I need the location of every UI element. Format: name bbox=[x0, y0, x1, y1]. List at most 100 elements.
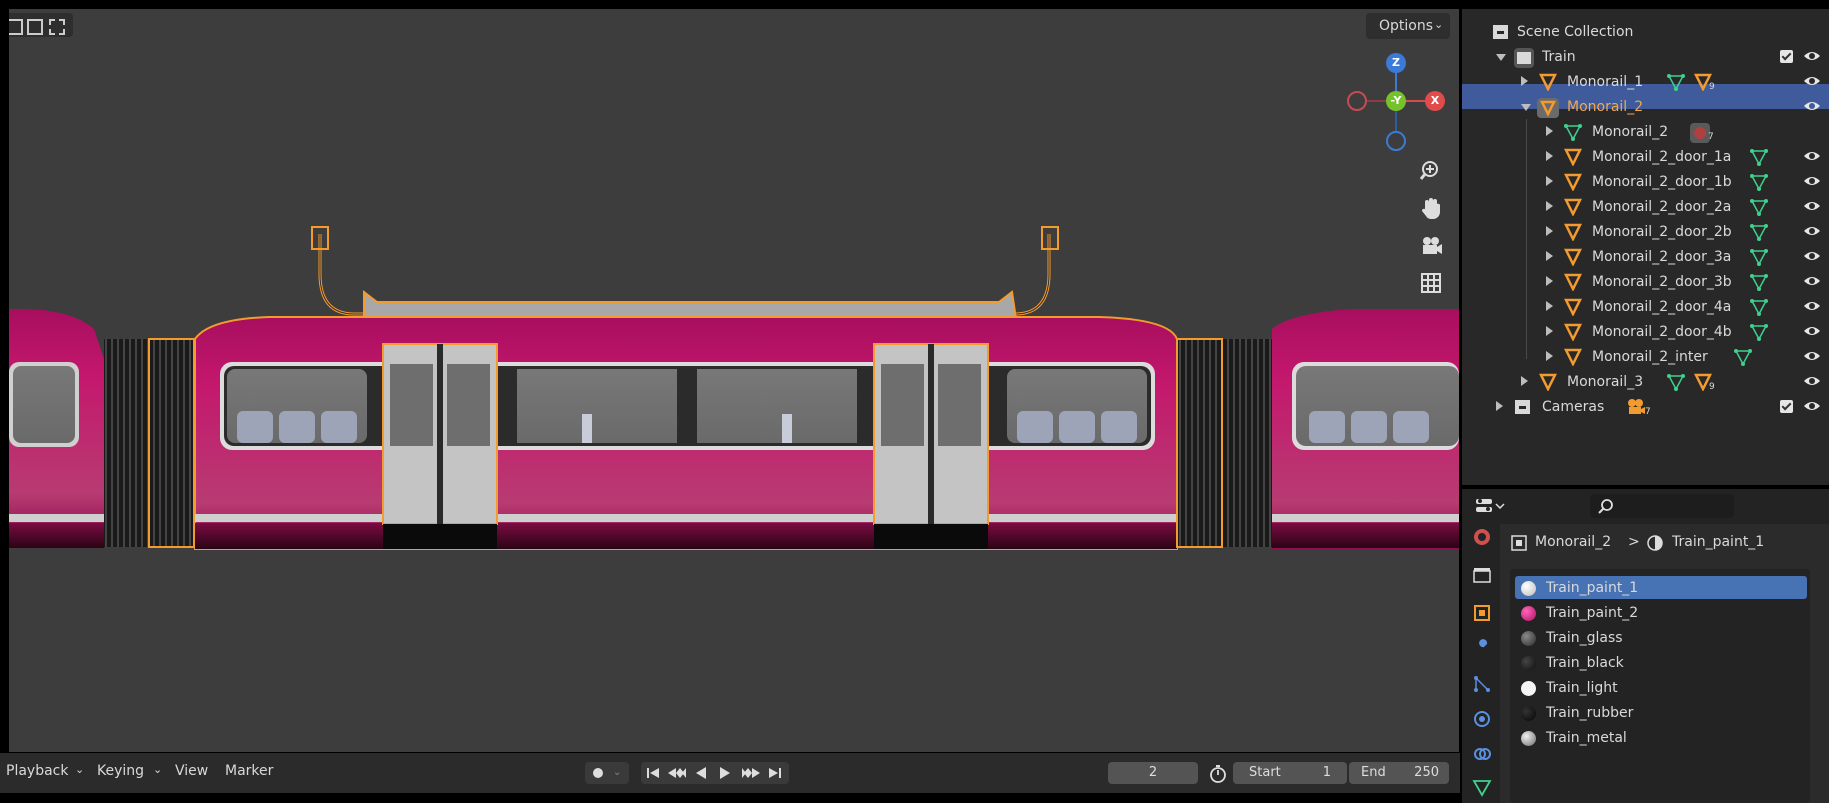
3d-viewport[interactable]: Options ⌄ Z X -Y bbox=[9, 9, 1459, 752]
camera-object-icon bbox=[1628, 399, 1645, 414]
outliner-row-monorail-1[interactable]: Monorail_1 9 bbox=[1462, 70, 1829, 95]
child-count-badge: 9 bbox=[1709, 82, 1715, 92]
expand-toggle-icon[interactable] bbox=[1496, 54, 1506, 61]
material-slot[interactable]: Train_paint_2 bbox=[1510, 601, 1800, 625]
eye-icon[interactable] bbox=[1803, 374, 1821, 388]
jump-start-icon[interactable] bbox=[645, 766, 661, 780]
outliner-label: Monorail_2_inter bbox=[1592, 349, 1708, 365]
eye-icon[interactable] bbox=[1803, 149, 1821, 163]
outliner-row-door-2a[interactable]: Monorail_2_door_2a bbox=[1462, 195, 1829, 220]
chevron-down-icon: ⌄ bbox=[613, 767, 622, 778]
material-preview-icon bbox=[1521, 731, 1536, 746]
expand-toggle-icon[interactable] bbox=[1546, 176, 1553, 186]
playback-menu[interactable]: Playback bbox=[6, 763, 68, 779]
mesh-object-icon bbox=[1564, 348, 1582, 366]
data-tab-icon[interactable] bbox=[1472, 777, 1492, 797]
expand-toggle-icon[interactable] bbox=[1546, 151, 1553, 161]
expand-toggle-icon[interactable] bbox=[1546, 351, 1553, 361]
eye-icon[interactable] bbox=[1803, 299, 1821, 313]
play-icon[interactable] bbox=[717, 766, 733, 780]
collection-icon bbox=[1515, 400, 1530, 414]
record-button[interactable]: ⌄ bbox=[585, 762, 629, 784]
eye-icon[interactable] bbox=[1803, 349, 1821, 363]
keying-menu[interactable]: Keying bbox=[97, 763, 144, 779]
prev-keyframe-icon[interactable] bbox=[666, 766, 688, 780]
properties-editor[interactable]: Monorail_2 > Train_paint_1 Train_paint_1… bbox=[1462, 489, 1829, 803]
eye-icon[interactable] bbox=[1803, 224, 1821, 238]
material-slot-label: Train_paint_1 bbox=[1546, 580, 1639, 596]
jump-end-icon[interactable] bbox=[767, 766, 783, 780]
properties-editor-icon bbox=[1476, 499, 1505, 512]
expand-toggle-icon[interactable] bbox=[1546, 201, 1553, 211]
properties-search-input[interactable] bbox=[1590, 494, 1734, 518]
stopwatch-icon[interactable] bbox=[1208, 764, 1228, 784]
eye-icon[interactable] bbox=[1803, 199, 1821, 213]
outliner-row-door-4b[interactable]: Monorail_2_door_4b bbox=[1462, 320, 1829, 345]
outliner-row-door-2b[interactable]: Monorail_2_door_2b bbox=[1462, 220, 1829, 245]
expand-toggle-icon[interactable] bbox=[1546, 326, 1553, 336]
current-frame-field[interactable]: 2 bbox=[1108, 762, 1198, 784]
eye-icon[interactable] bbox=[1803, 49, 1821, 63]
expand-toggle-icon[interactable] bbox=[1521, 376, 1528, 386]
exclude-checkbox[interactable] bbox=[1780, 50, 1793, 63]
particles-tab-icon[interactable] bbox=[1472, 674, 1492, 694]
timeline-header[interactable]: Playback ⌄ Keying ⌄ View Marker ⌄ 2 Star… bbox=[0, 753, 1460, 793]
outliner-row-door-1a[interactable]: Monorail_2_door_1a bbox=[1462, 145, 1829, 170]
expand-toggle-icon[interactable] bbox=[1521, 76, 1528, 86]
expand-toggle-icon[interactable] bbox=[1496, 401, 1503, 411]
eye-icon[interactable] bbox=[1803, 274, 1821, 288]
eye-icon[interactable] bbox=[1803, 324, 1821, 338]
outliner-row-cameras[interactable]: Cameras 7 bbox=[1462, 395, 1829, 420]
eye-icon[interactable] bbox=[1803, 74, 1821, 88]
outliner[interactable]: Scene Collection Train Monorail_1 9 Mono… bbox=[1462, 9, 1829, 485]
eye-icon[interactable] bbox=[1803, 174, 1821, 188]
collection-tab-icon[interactable] bbox=[1472, 565, 1492, 585]
material-slot[interactable]: Train_light bbox=[1510, 676, 1800, 700]
world-tab-icon[interactable] bbox=[1472, 527, 1492, 547]
playback-controls[interactable] bbox=[641, 762, 789, 784]
modifier-tab-icon[interactable] bbox=[1472, 639, 1492, 659]
eye-icon[interactable] bbox=[1803, 99, 1821, 113]
eye-icon[interactable] bbox=[1803, 249, 1821, 263]
material-preview-icon bbox=[1521, 581, 1536, 596]
eye-icon[interactable] bbox=[1803, 399, 1821, 413]
mesh-data-icon bbox=[1734, 349, 1752, 366]
expand-toggle-icon[interactable] bbox=[1546, 301, 1553, 311]
frame-start-field[interactable]: Start 1 bbox=[1233, 762, 1347, 784]
outliner-row-monorail-2-mesh[interactable]: Monorail_2 7 bbox=[1462, 120, 1829, 145]
outliner-row-door-1b[interactable]: Monorail_2_door_1b bbox=[1462, 170, 1829, 195]
expand-toggle-icon[interactable] bbox=[1546, 226, 1553, 236]
object-tab-icon[interactable] bbox=[1472, 603, 1492, 623]
mesh-object-icon bbox=[1539, 373, 1557, 391]
outliner-row-monorail-3[interactable]: Monorail_3 9 bbox=[1462, 370, 1829, 395]
material-slot[interactable]: Train_rubber bbox=[1510, 701, 1800, 725]
outliner-row-monorail-2[interactable]: Monorail_2 bbox=[1462, 95, 1829, 120]
material-slot[interactable]: Train_black bbox=[1510, 651, 1800, 675]
train-model[interactable] bbox=[9, 9, 1459, 569]
material-slot-list[interactable]: Train_paint_1 Train_paint_2 Train_glass … bbox=[1510, 569, 1810, 803]
material-slot[interactable]: Train_glass bbox=[1510, 626, 1800, 650]
marker-menu[interactable]: Marker bbox=[225, 763, 273, 779]
expand-toggle-icon[interactable] bbox=[1546, 126, 1553, 136]
outliner-row-door-4a[interactable]: Monorail_2_door_4a bbox=[1462, 295, 1829, 320]
outliner-row-scene-collection[interactable]: Scene Collection bbox=[1462, 20, 1829, 45]
outliner-row-inter[interactable]: Monorail_2_inter bbox=[1462, 345, 1829, 370]
outliner-row-door-3a[interactable]: Monorail_2_door_3a bbox=[1462, 245, 1829, 270]
chevron-down-icon: ⌄ bbox=[153, 763, 163, 776]
material-slot[interactable]: Train_metal bbox=[1510, 726, 1800, 750]
material-slot[interactable]: Train_paint_1 bbox=[1510, 576, 1800, 600]
play-reverse-icon[interactable] bbox=[693, 766, 709, 780]
exclude-checkbox[interactable] bbox=[1780, 400, 1793, 413]
expand-toggle-icon[interactable] bbox=[1521, 104, 1531, 111]
next-keyframe-icon[interactable] bbox=[740, 766, 762, 780]
expand-toggle-icon[interactable] bbox=[1546, 251, 1553, 261]
collection-icon bbox=[1514, 48, 1534, 68]
outliner-row-train[interactable]: Train bbox=[1462, 45, 1829, 70]
view-menu[interactable]: View bbox=[175, 763, 208, 779]
constraints-tab-icon[interactable] bbox=[1472, 744, 1492, 764]
outliner-row-door-3b[interactable]: Monorail_2_door_3b bbox=[1462, 270, 1829, 295]
physics-tab-icon[interactable] bbox=[1472, 709, 1492, 729]
expand-toggle-icon[interactable] bbox=[1546, 276, 1553, 286]
editor-type-dropdown[interactable] bbox=[1472, 494, 1508, 518]
frame-end-field[interactable]: End 250 bbox=[1349, 762, 1449, 784]
